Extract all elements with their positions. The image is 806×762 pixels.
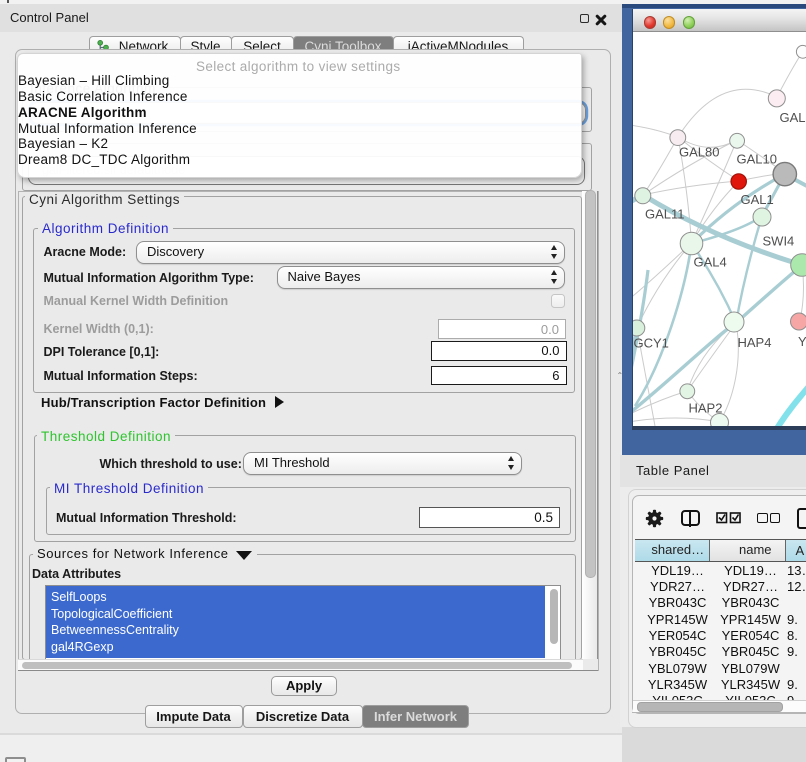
svg-text:HAP2: HAP2	[689, 401, 723, 416]
svg-text:GCY1: GCY1	[634, 336, 669, 351]
svg-text:GAL11: GAL11	[645, 207, 685, 222]
svg-text:GAL4: GAL4	[694, 255, 727, 270]
svg-text:SWI4: SWI4	[763, 234, 795, 249]
svg-text:GAL10: GAL10	[737, 152, 777, 167]
svg-text:GAL80: GAL80	[679, 145, 719, 160]
svg-text:HAP4: HAP4	[738, 335, 772, 350]
svg-text:GAL1: GAL1	[741, 192, 774, 207]
svg-text:Y: Y	[798, 334, 806, 349]
svg-text:GAL7: GAL7	[780, 110, 806, 125]
